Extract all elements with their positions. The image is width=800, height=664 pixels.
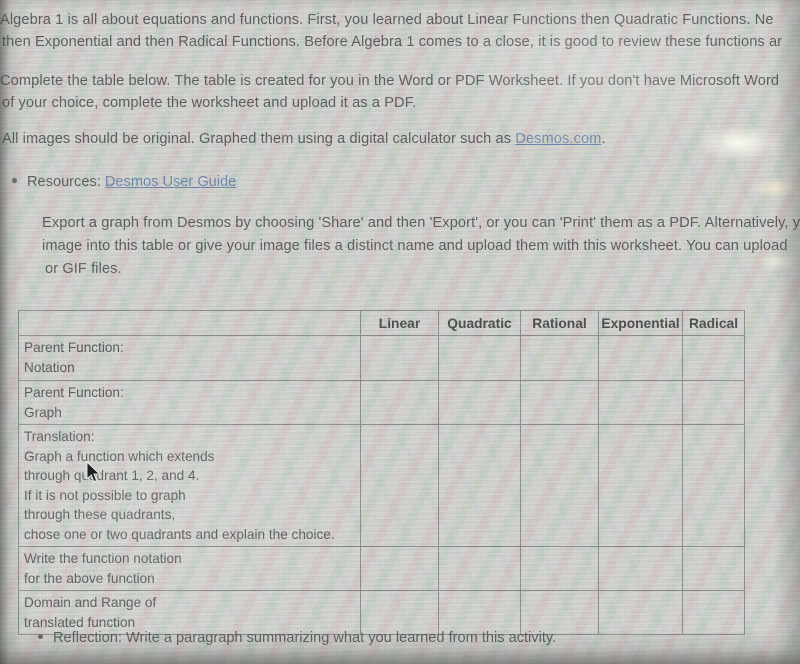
row-label-line: Write the function notation [24,551,182,566]
table-corner-cell [18,310,361,336]
table-header-row: Linear Quadratic Rational Exponential Ra… [18,310,745,336]
cell-radical[interactable] [682,590,745,635]
cell-quadratic[interactable] [438,424,521,547]
functions-worksheet-table: Linear Quadratic Rational Exponential Ra… [18,310,745,635]
row-label-line: Notation [24,359,75,375]
row-label-line: Graph [24,404,62,420]
column-header-linear: Linear [360,310,439,336]
row-label-line: through quadrant 1, 2, and 4. [24,468,200,483]
resources-bullet-text: Resources: Desmos User Guide [27,174,236,190]
cell-linear[interactable] [360,380,439,425]
row-label-line: Domain and Range of [24,595,157,610]
column-header-radical: Radical [682,310,745,336]
cell-linear[interactable] [360,546,439,591]
row-label-write-function-notation: Write the function notation for the abov… [18,546,361,591]
intro-paragraph-line-2: then Exponential and then Radical Functi… [2,34,783,50]
resources-label: Resources: [27,174,105,190]
resources-bullet-item: Resources: Desmos User Guide [12,174,236,190]
row-label-line: Translation: [24,429,95,444]
bullet-dot-icon [38,634,43,639]
export-paragraph-line-1: Export a graph from Desmos by choosing '… [42,215,800,231]
cell-exponential[interactable] [598,424,683,547]
cell-exponential[interactable] [598,590,683,635]
cell-exponential[interactable] [598,546,683,591]
instructions-paragraph-line-2: of your choice, complete the worksheet a… [2,95,417,111]
cell-linear[interactable] [360,590,439,635]
images-note: All images should be original. Graphed t… [2,131,606,147]
cell-rational[interactable] [520,424,599,547]
row-label-line: chose one or two quadrants and explain t… [24,526,335,542]
cell-quadratic[interactable] [438,380,521,425]
cell-radical[interactable] [682,380,745,425]
row-label-parent-function-notation: Parent Function: Notation [18,335,361,381]
cell-exponential[interactable] [598,380,683,425]
cell-quadratic[interactable] [438,590,521,635]
export-paragraph-line-2: image into this table or give your image… [42,238,788,254]
cell-exponential[interactable] [598,335,683,381]
cell-radical[interactable] [682,546,745,591]
images-note-text: All images should be original. Graphed t… [2,131,516,147]
row-label-domain-and-range: Domain and Range of translated function [18,590,361,635]
cell-quadratic[interactable] [438,546,521,591]
intro-paragraph-line-1: Algebra 1 is all about equations and fun… [0,12,774,28]
reflection-bullet-item: Reflection: Write a paragraph summarizin… [38,630,556,646]
table-row: Write the function notation for the abov… [18,546,745,591]
cell-quadratic[interactable] [438,335,521,381]
table-row: Domain and Range of translated function [18,590,745,635]
row-label-translation: Translation: Graph a function which exte… [18,424,361,547]
table-row: Translation: Graph a function which exte… [18,424,745,547]
row-label-line: Parent Function: [24,340,124,355]
cell-radical[interactable] [682,424,745,547]
table-row: Parent Function: Graph [18,380,745,425]
images-note-period: . [601,131,606,147]
screen-photo: Algebra 1 is all about equations and fun… [0,0,800,664]
instructions-paragraph-line-1: Complete the table below. The table is c… [0,73,780,89]
cell-rational[interactable] [520,546,599,591]
cell-rational[interactable] [520,380,599,425]
desmos-user-guide-link[interactable]: Desmos User Guide [105,174,236,190]
row-label-line: If it is not possible to graph [24,487,186,503]
bullet-dot-icon [12,178,17,183]
column-header-rational: Rational [520,310,599,336]
cell-rational[interactable] [520,590,599,635]
cell-linear[interactable] [360,424,439,547]
row-label-line: Parent Function: [24,385,124,400]
table-row: Parent Function: Notation [18,335,745,381]
desmos-com-link[interactable]: Desmos.com [515,131,601,147]
reflection-bullet-text: Reflection: Write a paragraph summarizin… [53,630,557,646]
column-header-quadratic: Quadratic [438,310,521,336]
row-label-line: for the above function [24,570,155,586]
row-label-line: through these quadrants, [24,507,176,522]
mouse-pointer-icon [86,461,101,483]
export-paragraph-line-3: or GIF files. [45,261,122,277]
row-label-line: Graph a function which extends [24,448,215,464]
document-content: Algebra 1 is all about equations and fun… [0,0,800,664]
row-label-parent-function-graph: Parent Function: Graph [18,380,361,425]
cell-rational[interactable] [520,335,599,381]
cell-linear[interactable] [360,335,439,381]
cell-radical[interactable] [682,335,745,381]
column-header-exponential: Exponential [598,310,683,336]
